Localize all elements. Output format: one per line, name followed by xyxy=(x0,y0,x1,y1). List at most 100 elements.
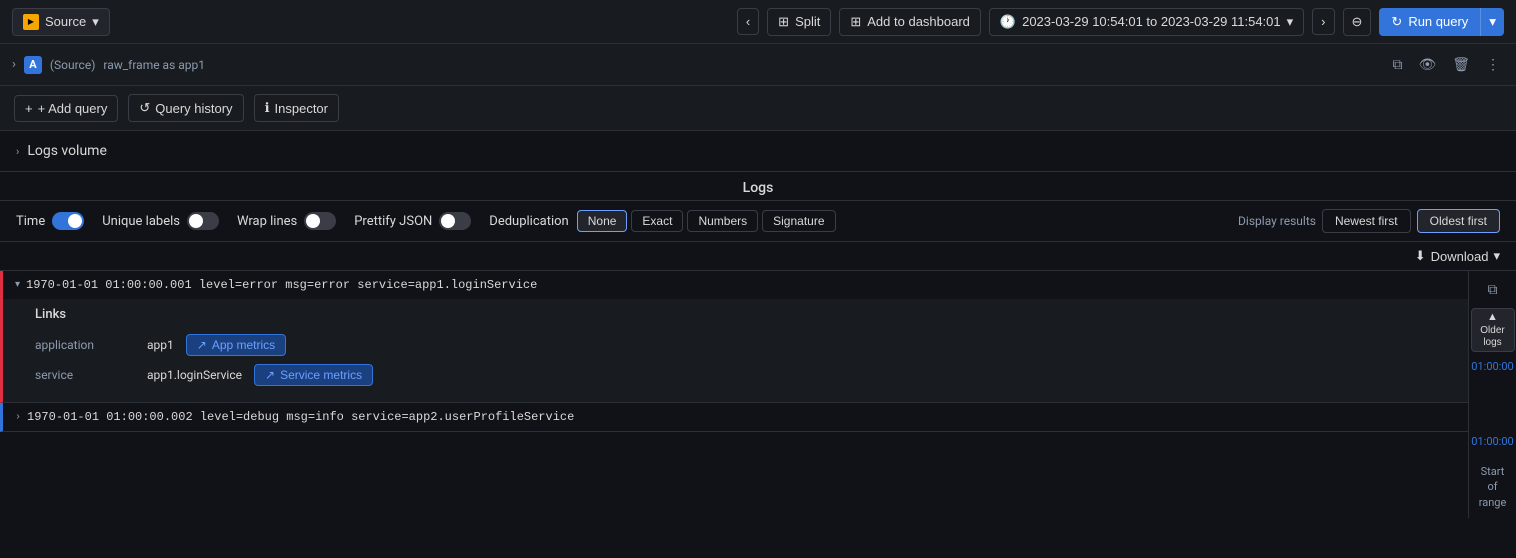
app-metrics-label: App metrics xyxy=(212,338,275,352)
links-title: Links xyxy=(35,307,1444,322)
service-metrics-button[interactable]: ↗ Service metrics xyxy=(254,364,373,386)
nav-prev-button[interactable]: ‹ xyxy=(737,8,759,35)
logs-volume-section[interactable]: › Logs volume xyxy=(0,131,1516,172)
toolbar-left: Source ▾ xyxy=(12,8,110,36)
source-icon xyxy=(23,14,39,30)
log-entry-1: ▾ 1970-01-01 01:00:00.001 level=error ms… xyxy=(0,271,1468,403)
run-query-chevron-button[interactable]: ▾ xyxy=(1480,8,1504,36)
sidebar-copy-button[interactable]: ⧉ xyxy=(1482,275,1504,304)
query-delete-button[interactable]: 🗑 xyxy=(1448,52,1474,77)
wrap-lines-label: Wrap lines xyxy=(237,214,297,229)
query-more-button[interactable]: ⋮ xyxy=(1482,52,1504,77)
run-query-label: Run query xyxy=(1408,14,1468,29)
wrap-lines-toggle[interactable] xyxy=(304,212,336,230)
query-show-button[interactable]: 👁 xyxy=(1414,52,1440,77)
newest-first-button[interactable]: Newest first xyxy=(1322,209,1411,233)
oldest-first-button[interactable]: Oldest first xyxy=(1417,209,1500,233)
zoom-out-button[interactable]: ⊖ xyxy=(1343,8,1372,36)
query-row: › A (Source) raw_frame as app1 ⧉ 👁 🗑 ⋮ xyxy=(0,44,1516,86)
prettify-json-toggle[interactable] xyxy=(439,212,471,230)
time-range-chevron-icon: ▾ xyxy=(1287,14,1294,30)
add-query-label: + Add query xyxy=(38,101,108,116)
split-label: Split xyxy=(795,14,820,29)
run-query-wrapper: ↻ Run query ▾ xyxy=(1379,8,1504,36)
oldest-first-label: Oldest first xyxy=(1430,214,1487,228)
time-toggle-label: Time xyxy=(16,214,45,229)
link-key-application: application xyxy=(35,338,135,352)
query-history-label: Query history xyxy=(155,101,232,116)
time-marker-2: 01:00:00 xyxy=(1471,435,1513,448)
source-button[interactable]: Source ▾ xyxy=(12,8,110,36)
deduplication-label: Deduplication xyxy=(489,214,568,229)
start-of-range: Startofrange xyxy=(1471,456,1515,518)
service-metrics-label: Service metrics xyxy=(280,368,362,382)
dedup-exact-button[interactable]: Exact xyxy=(631,210,683,232)
download-chevron-icon: ▾ xyxy=(1493,248,1500,264)
link-row-service: service app1.loginService ↗ Service metr… xyxy=(35,360,1444,390)
dedup-none-button[interactable]: None xyxy=(577,210,628,232)
add-query-button[interactable]: + + Add query xyxy=(14,95,118,122)
logs-title: Logs xyxy=(743,180,774,196)
unique-labels-knob xyxy=(189,214,203,228)
display-results-label: Display results xyxy=(1238,214,1316,228)
add-dashboard-button[interactable]: ⊞ Add to dashboard xyxy=(839,8,981,36)
download-button[interactable]: ⬇ Download ▾ xyxy=(1415,248,1500,264)
inspector-button[interactable]: ℹ Inspector xyxy=(254,94,339,122)
service-external-link-icon: ↗ xyxy=(265,368,275,382)
query-actions: ⧉ 👁 🗑 ⋮ xyxy=(1388,52,1504,77)
log-entries-wrapper: ▾ 1970-01-01 01:00:00.001 level=error ms… xyxy=(0,271,1516,518)
log-entries-list: ▾ 1970-01-01 01:00:00.001 level=error ms… xyxy=(0,271,1468,518)
link-row-application: application app1 ↗ App metrics xyxy=(35,330,1444,360)
time-range-selector[interactable]: 🕐 2023-03-29 10:54:01 to 2023-03-29 11:5… xyxy=(989,8,1304,36)
log-entry-1-expand-icon: ▾ xyxy=(15,279,20,291)
log-entry-2-text: 1970-01-01 01:00:00.002 level=debug msg=… xyxy=(27,410,574,424)
inspector-icon: ℹ xyxy=(265,100,270,116)
wrap-lines-toggle-group: Wrap lines xyxy=(237,212,336,230)
time-toggle-knob xyxy=(68,214,82,228)
source-chevron-icon: ▾ xyxy=(92,14,99,30)
start-of-range-label: Startofrange xyxy=(1479,464,1507,510)
external-link-icon: ↗ xyxy=(197,338,207,352)
logs-header: Logs xyxy=(0,172,1516,201)
logs-panel: Logs Time Unique labels Wrap lines Prett… xyxy=(0,172,1516,518)
logs-volume-title: Logs volume xyxy=(27,143,107,159)
older-logs-button[interactable]: ▲ Olderlogs xyxy=(1471,308,1515,352)
time-toggle[interactable] xyxy=(52,212,84,230)
log-entry-1-header[interactable]: ▾ 1970-01-01 01:00:00.001 level=error ms… xyxy=(3,271,1468,299)
newest-first-label: Newest first xyxy=(1335,214,1398,228)
unique-labels-toggle[interactable] xyxy=(187,212,219,230)
log-entry-2-header[interactable]: › 1970-01-01 01:00:00.002 level=debug ms… xyxy=(3,403,1468,431)
history-icon: ↺ xyxy=(139,100,150,116)
time-markers: 01:00:00 01:00:00 xyxy=(1467,356,1516,452)
prettify-json-label: Prettify JSON xyxy=(354,214,432,229)
source-label: Source xyxy=(45,14,86,29)
dedup-numbers-button[interactable]: Numbers xyxy=(687,210,758,232)
clock-icon: 🕐 xyxy=(1000,14,1016,30)
query-copy-button[interactable]: ⧉ xyxy=(1388,52,1406,77)
unique-labels-label: Unique labels xyxy=(102,214,180,229)
log-entry-1-text: 1970-01-01 01:00:00.001 level=error msg=… xyxy=(26,278,537,292)
display-results-group: Display results Newest first Oldest firs… xyxy=(1238,209,1500,233)
time-marker-1: 01:00:00 xyxy=(1471,360,1513,373)
link-key-service: service xyxy=(35,368,135,382)
wrap-lines-knob xyxy=(306,214,320,228)
query-text: raw_frame as app1 xyxy=(103,58,205,72)
time-toggle-group: Time xyxy=(16,212,84,230)
older-logs-chevron-icon: ▲ xyxy=(1487,311,1498,324)
inspector-label: Inspector xyxy=(275,101,328,116)
add-dashboard-label: Add to dashboard xyxy=(867,14,970,29)
query-history-button[interactable]: ↺ Query history xyxy=(128,94,243,122)
logs-volume-expand-icon: › xyxy=(16,145,19,158)
log-entry-2-expand-icon: › xyxy=(15,412,21,423)
log-entry-1-details: Links application app1 ↗ App metrics ser… xyxy=(3,299,1468,402)
run-query-button[interactable]: ↻ Run query xyxy=(1379,8,1480,36)
download-icon: ⬇ xyxy=(1415,248,1426,264)
nav-next-button[interactable]: › xyxy=(1312,8,1334,35)
dedup-signature-button[interactable]: Signature xyxy=(762,210,835,232)
add-icon: + xyxy=(25,101,33,116)
query-expand-icon[interactable]: › xyxy=(12,57,16,72)
split-button[interactable]: ⊞ Split xyxy=(767,8,831,36)
app-metrics-button[interactable]: ↗ App metrics xyxy=(186,334,286,356)
link-value-service: app1.loginService xyxy=(147,368,242,382)
download-row: ⬇ Download ▾ xyxy=(0,242,1516,271)
